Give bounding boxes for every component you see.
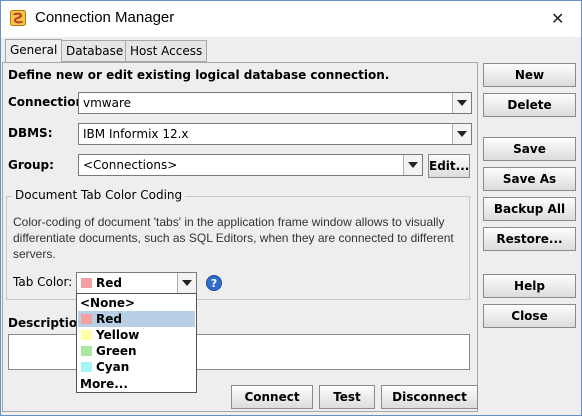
dbms-combo[interactable]: IBM Informix 12.x: [78, 123, 472, 145]
tab-host-access[interactable]: Host Access: [125, 40, 208, 62]
close-button[interactable]: Close: [483, 304, 576, 328]
group-value: <Connections>: [83, 158, 178, 172]
disconnect-button[interactable]: Disconnect: [381, 385, 478, 409]
dbms-label: DBMS:: [8, 126, 53, 140]
delete-button[interactable]: Delete: [483, 93, 576, 117]
connect-button[interactable]: Connect: [231, 385, 313, 409]
selected-color-swatch: [81, 278, 92, 288]
list-item[interactable]: <None>: [78, 295, 195, 311]
color-swatch: [81, 314, 92, 324]
help-button[interactable]: Help: [483, 274, 576, 298]
test-button[interactable]: Test: [319, 385, 375, 409]
color-swatch: [81, 346, 92, 356]
chevron-down-icon[interactable]: [177, 273, 196, 293]
connection-combo[interactable]: vmware: [78, 92, 472, 114]
save-button[interactable]: Save: [483, 137, 576, 161]
chevron-down-icon[interactable]: [452, 93, 471, 113]
chevron-down-icon[interactable]: [452, 124, 471, 144]
new-button[interactable]: New: [483, 63, 576, 87]
panel-header: Define new or edit existing logical data…: [8, 68, 390, 82]
list-item[interactable]: Cyan: [78, 359, 195, 375]
close-icon[interactable]: ✕: [551, 9, 564, 28]
tab-color-value: Red: [96, 276, 122, 290]
help-icon[interactable]: ?: [206, 275, 222, 291]
tab-color-combo[interactable]: Red: [76, 272, 197, 294]
list-item[interactable]: Red: [78, 311, 195, 327]
group-combo[interactable]: <Connections>: [78, 154, 423, 176]
color-coding-title: Document Tab Color Coding: [12, 188, 186, 202]
list-item[interactable]: Yellow: [78, 327, 195, 343]
group-label: Group:: [8, 158, 54, 172]
option-label: Green: [96, 344, 137, 358]
tab-database[interactable]: Database: [61, 40, 129, 62]
window-title: Connection Manager: [35, 9, 175, 26]
save-as-button[interactable]: Save As: [483, 167, 576, 191]
app-icon: [10, 10, 26, 26]
tab-general[interactable]: General: [5, 39, 63, 63]
connection-value: vmware: [83, 96, 132, 110]
option-label: More...: [80, 377, 128, 391]
option-label: <None>: [80, 296, 136, 310]
tab-color-dropdown-list: <None> Red Yellow Green Cyan More...: [76, 293, 197, 393]
color-swatch: [81, 362, 92, 372]
tab-color-label: Tab Color:: [13, 275, 73, 289]
chevron-down-icon[interactable]: [403, 155, 422, 175]
connection-label: Connection:: [8, 95, 89, 109]
color-coding-description: Color-coding of document 'tabs' in the a…: [13, 215, 454, 261]
restore-button[interactable]: Restore...: [483, 227, 576, 251]
dbms-value: IBM Informix 12.x: [83, 127, 189, 141]
color-swatch: [81, 330, 92, 340]
option-label: Red: [96, 312, 122, 326]
list-item[interactable]: Green: [78, 343, 195, 359]
group-edit-button[interactable]: Edit...: [428, 154, 470, 178]
option-label: Yellow: [96, 328, 140, 342]
list-item[interactable]: More...: [78, 376, 195, 392]
backup-all-button[interactable]: Backup All: [483, 197, 576, 221]
option-label: Cyan: [96, 360, 130, 374]
